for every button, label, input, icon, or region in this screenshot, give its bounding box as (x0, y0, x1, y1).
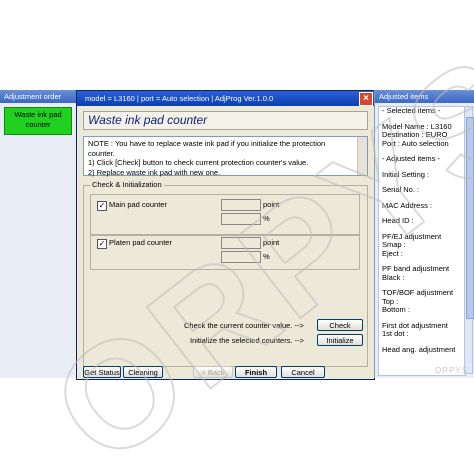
window-title: model = L3160 | port = Auto selection | … (85, 94, 274, 103)
check-hint: Check the current counter value. --> (184, 321, 304, 330)
platen-pad-label: Platen pad counter (109, 238, 172, 247)
main-pad-percent-value (221, 213, 261, 225)
window-title-bar: model = L3160 | port = Auto selection | … (77, 91, 374, 106)
note-scrollbar[interactable] (357, 137, 367, 175)
list-item: Port : Auto selection (382, 138, 449, 148)
platen-pad-checkbox[interactable]: ✓ (97, 239, 107, 249)
initialize-button[interactable]: Initialize (317, 334, 363, 346)
initialize-hint: Initialize the selected counters. --> (190, 336, 305, 345)
watermark-brand: ORPYS (434, 366, 468, 375)
page-title: Waste ink pad counter (83, 111, 368, 130)
list-item: Initial Setting : (382, 169, 430, 179)
adjustment-order-panel: Adjustment order Waste ink pad counter (0, 90, 77, 378)
main-pad-box: ✓ Main pad counter point % (90, 194, 360, 236)
list-item: Head ang. adjustment (382, 344, 456, 354)
list-item: Black : (382, 272, 405, 282)
note-line-1: NOTE : You have to replace waste ink pad… (88, 139, 326, 148)
adjusted-items-list: - Selected items - Model Name : L3160 De… (378, 106, 466, 376)
platen-pad-percent-value (221, 251, 261, 263)
group-label: Check & Initialization (90, 180, 164, 189)
note-line-3: 1) Click [Check] button to check current… (88, 158, 309, 167)
finish-button[interactable]: Finish (235, 366, 277, 378)
list-item: 1st dot : (382, 329, 409, 338)
note-line-4: 2) Replace waste ink pad with new one. (88, 167, 221, 177)
list-item: Bottom : (382, 305, 410, 314)
list-item: Head ID : (382, 216, 414, 225)
main-pad-label: Main pad counter (109, 200, 167, 209)
platen-pad-percent-unit: % (263, 252, 270, 261)
note-line-2: counter. (88, 148, 115, 158)
main-pad-point-unit: point (263, 200, 280, 209)
list-item: - Adjusted items - (382, 154, 440, 163)
get-status-button[interactable]: Get Status (83, 366, 121, 378)
close-icon[interactable]: × (359, 92, 373, 106)
main-pad-point-value (221, 199, 261, 211)
platen-pad-point-unit: point (263, 238, 280, 247)
main-pad-percent-unit: % (263, 214, 270, 223)
adjustment-order-title: Adjustment order (0, 90, 76, 103)
cleaning-button[interactable]: Cleaning (123, 366, 163, 378)
back-button[interactable]: < Back (193, 366, 233, 378)
check-init-group: Check & Initialization ✓ Main pad counte… (83, 180, 368, 367)
list-item: - Selected items - (382, 106, 441, 115)
note-textbox: NOTE : You have to replace waste ink pad… (83, 136, 368, 177)
adjusted-items-panel: Adjusted items - Selected items - Model … (374, 90, 474, 378)
adjusted-items-scrollbar[interactable] (464, 106, 474, 374)
main-pad-checkbox[interactable]: ✓ (97, 201, 107, 211)
platen-pad-box: ✓ Platen pad counter point % (90, 234, 360, 270)
list-item: Eject : (382, 248, 403, 258)
check-button[interactable]: Check (317, 319, 363, 331)
adjprog-window: model = L3160 | port = Auto selection | … (76, 90, 375, 380)
adjustment-item-waste-ink[interactable]: Waste ink pad counter (4, 107, 72, 135)
cancel-button[interactable]: Cancel (281, 366, 325, 378)
adjusted-items-title: Adjusted items (375, 90, 474, 103)
platen-pad-point-value (221, 237, 261, 249)
list-item: Serial No. : (382, 185, 420, 194)
list-item: MAC Address : (382, 200, 433, 210)
scrollbar-thumb[interactable] (466, 117, 474, 319)
